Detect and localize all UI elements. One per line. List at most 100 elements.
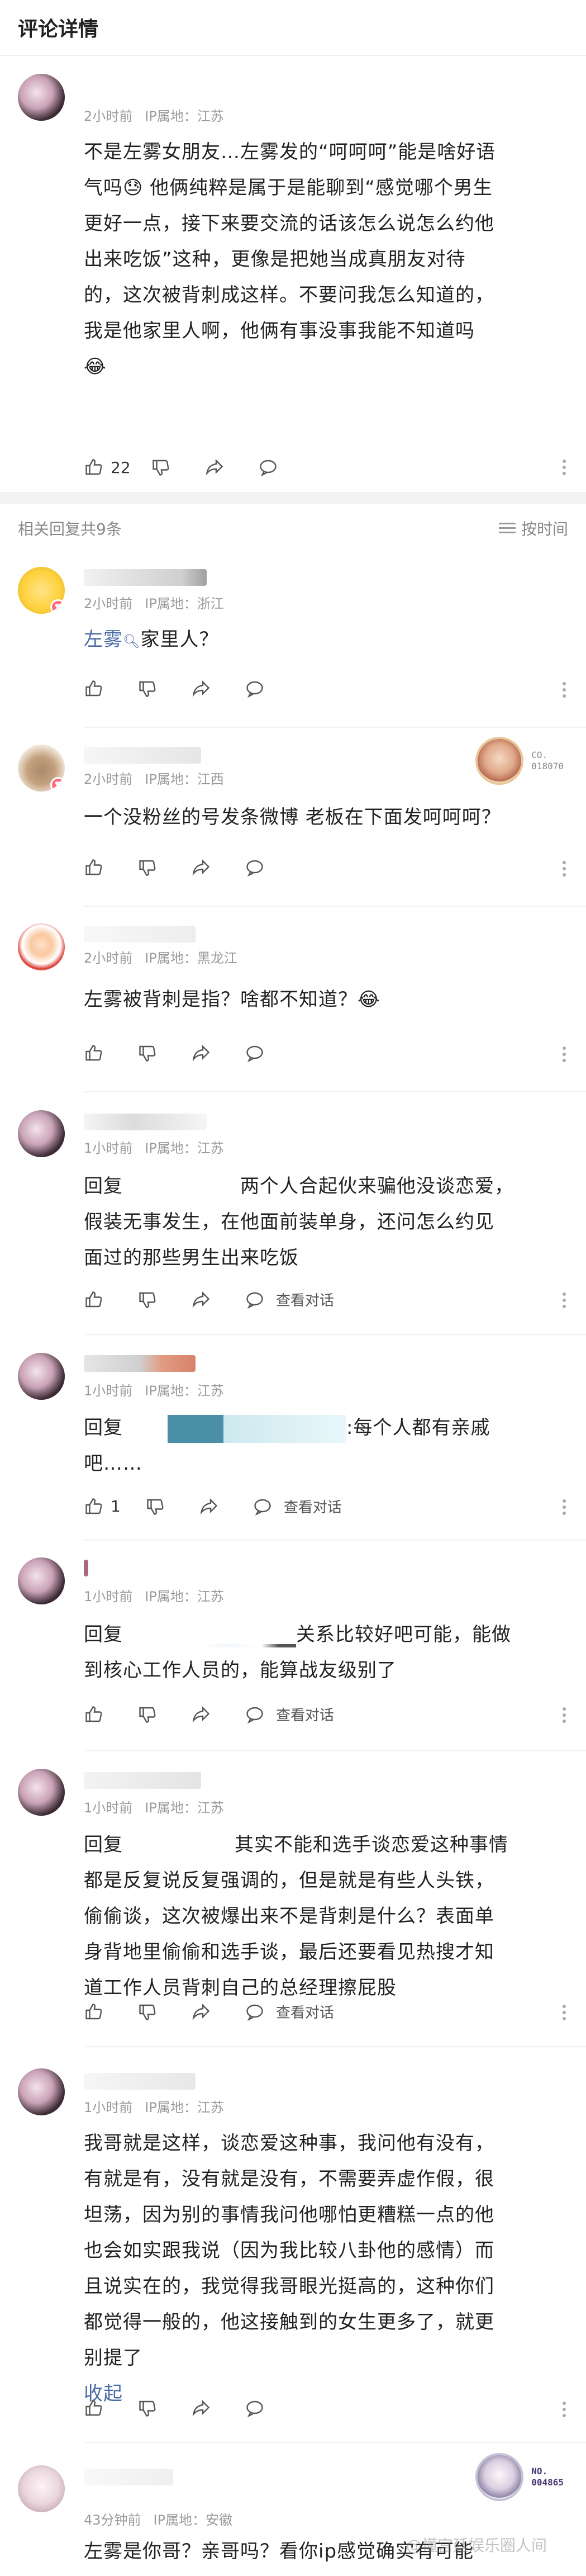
fan-badge[interactable]: NO. 004865	[475, 2453, 564, 2501]
share-button[interactable]	[204, 457, 225, 477]
avatar[interactable]	[18, 1110, 65, 1157]
comment-button[interactable]	[245, 1290, 265, 1310]
avatar[interactable]	[18, 1769, 65, 1816]
fan-badge-icon	[475, 2453, 524, 2501]
comment-button[interactable]	[252, 1497, 273, 1517]
share-icon	[192, 680, 210, 697]
share-button[interactable]	[191, 1704, 211, 1725]
dislike-button[interactable]	[137, 2398, 158, 2418]
more-options-icon[interactable]	[563, 1499, 566, 1515]
reply-text: 一个没粉丝的号发条微博 老板在下面发呵呵呵？	[84, 806, 501, 828]
share-button[interactable]	[191, 1290, 211, 1310]
view-conversation-link[interactable]: 查看对话	[284, 1496, 342, 1517]
share-icon	[192, 1045, 210, 1062]
more-options-icon[interactable]	[563, 1046, 566, 1062]
avatar[interactable]: ♥	[18, 567, 65, 614]
reply-item: 1小时前 IP属地：江苏 回复 关系比较好吧可能，能做 到核心工作人员的，能算战友…	[0, 1541, 586, 1750]
more-options-icon[interactable]	[563, 861, 566, 877]
share-button[interactable]	[191, 858, 211, 878]
thumbs-down-icon	[139, 860, 156, 876]
share-icon	[192, 1706, 210, 1723]
dislike-button[interactable]	[137, 858, 158, 878]
reply-target-blurred[interactable]	[123, 1644, 296, 1647]
like-button[interactable]	[84, 1704, 104, 1725]
view-conversation-link[interactable]: 查看对话	[276, 1289, 334, 1310]
reply-target-blurred[interactable]	[123, 1832, 235, 1860]
username-blurred	[84, 1560, 88, 1576]
more-options-icon[interactable]	[563, 2005, 566, 2020]
comment-button[interactable]	[245, 858, 265, 878]
like-count: 1	[111, 1497, 121, 1516]
username-blurred	[84, 2469, 173, 2485]
reply-target-blurred[interactable]	[123, 1414, 346, 1443]
avatar[interactable]	[18, 2068, 65, 2115]
share-button[interactable]	[191, 2002, 211, 2022]
comment-button[interactable]	[245, 2398, 265, 2418]
dislike-button[interactable]	[151, 457, 171, 477]
username-blurred	[84, 747, 201, 764]
search-icon[interactable]: 🔍︎	[123, 633, 140, 649]
more-options-icon[interactable]	[563, 682, 566, 698]
username-blurred	[84, 926, 196, 943]
username-blurred	[84, 1355, 196, 1372]
share-icon	[206, 459, 223, 476]
avatar[interactable]	[18, 74, 65, 121]
thumbs-up-icon	[85, 2400, 102, 2416]
more-options-icon[interactable]	[563, 2402, 566, 2417]
comment-ip: IP属地：江苏	[145, 108, 224, 124]
sort-toggle[interactable]: 按时间	[498, 517, 568, 539]
share-button[interactable]	[191, 679, 211, 699]
comment-bubble-icon	[246, 681, 263, 698]
vip-badge-icon: ♥	[50, 599, 65, 614]
username-blurred	[84, 569, 207, 586]
share-button[interactable]	[191, 2398, 211, 2418]
dislike-button[interactable]	[137, 1290, 158, 1310]
share-button[interactable]	[199, 1497, 219, 1517]
dislike-button[interactable]	[137, 679, 158, 699]
like-button[interactable]	[84, 858, 104, 878]
thumbs-down-icon	[147, 1499, 164, 1515]
dislike-button[interactable]	[145, 1497, 165, 1517]
mention-link[interactable]: 左雾	[84, 628, 123, 651]
comment-button[interactable]	[245, 2002, 265, 2022]
thumbs-down-icon	[139, 2400, 156, 2417]
comment-bubble-icon	[246, 1292, 263, 1309]
avatar[interactable]	[18, 2465, 65, 2512]
dislike-button[interactable]	[137, 1704, 158, 1725]
more-options-icon[interactable]	[563, 460, 566, 475]
fan-badge[interactable]: CO. 018070	[475, 737, 564, 785]
avatar[interactable]	[18, 1557, 65, 1604]
like-button[interactable]: 22	[84, 457, 131, 477]
like-button[interactable]	[84, 1043, 104, 1063]
more-options-icon[interactable]	[563, 1292, 566, 1308]
dislike-button[interactable]	[137, 1043, 158, 1063]
thumbs-down-icon	[139, 1292, 156, 1308]
avatar[interactable]: ♥	[18, 745, 65, 792]
main-comment: 2小时前 IP属地：江苏 不是左雾女朋友…左雾发的“呵呵呵”能是啥好语 气吗😓 …	[0, 56, 586, 477]
share-button[interactable]	[191, 1043, 211, 1063]
reply-target-blurred[interactable]	[123, 1173, 240, 1201]
reply-text: 左雾🔍︎家里人？	[84, 628, 219, 651]
comment-bubble-icon	[259, 460, 277, 477]
comment-button[interactable]	[258, 457, 278, 477]
avatar[interactable]	[18, 1353, 65, 1400]
like-button[interactable]	[84, 2002, 104, 2022]
dislike-button[interactable]	[137, 2002, 158, 2022]
like-button[interactable]	[84, 1290, 104, 1310]
comment-button[interactable]	[245, 1704, 265, 1725]
avatar[interactable]	[18, 924, 65, 970]
view-conversation-link[interactable]: 查看对话	[276, 2001, 334, 2022]
reply-item: 1小时前 IP属地：江苏 我哥就是这样，谈恋爱这种事，我问他有没有， 有就是有，…	[0, 2047, 586, 2442]
thumbs-up-icon	[85, 859, 102, 875]
comment-button[interactable]	[245, 679, 265, 699]
like-button[interactable]: 1	[84, 1497, 121, 1517]
comment-text: 不是左雾女朋友…左雾发的“呵呵呵”能是啥好语 气吗😓 他俩纯粹是属于是能聊到“感…	[84, 141, 496, 378]
comment-bubble-icon	[246, 2004, 263, 2021]
reply-item: 1小时前 IP属地：江苏 回复 其实不能和选手谈恋爱这种事情 都是反复说反复强调的…	[0, 1751, 586, 2046]
like-button[interactable]	[84, 2398, 104, 2418]
like-button[interactable]	[84, 679, 104, 699]
view-conversation-link[interactable]: 查看对话	[276, 1704, 334, 1725]
comment-button[interactable]	[245, 1043, 265, 1063]
more-options-icon[interactable]	[563, 1707, 566, 1723]
thumbs-up-icon	[85, 2003, 102, 2019]
